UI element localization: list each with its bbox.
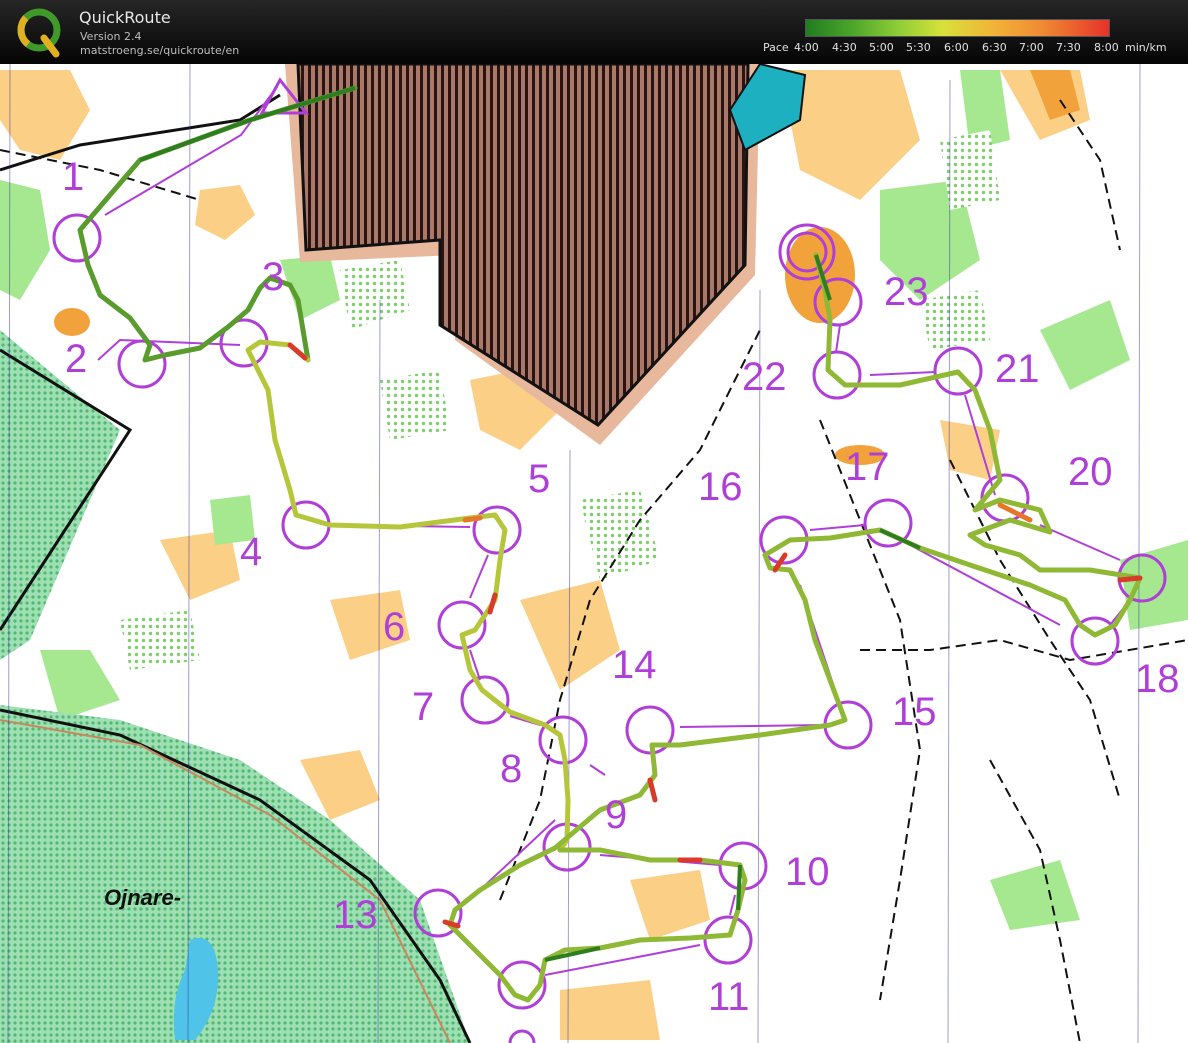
app-url[interactable]: matstroeng.se/quickroute/en [80, 44, 239, 57]
control-number-16: 16 [698, 465, 743, 509]
control-number-2: 2 [65, 337, 87, 381]
map-canvas[interactable]: 1 2 3 4 5 6 7 8 9 10 11 13 14 15 16 17 1… [0, 64, 1188, 1043]
control-number-5: 5 [528, 457, 550, 501]
control-number-3: 3 [262, 255, 284, 299]
pace-tick-2: 5:00 [869, 41, 894, 54]
pace-gradient-bar [805, 19, 1110, 37]
app-title: QuickRoute [79, 8, 171, 27]
control-number-17: 17 [845, 445, 890, 489]
pace-tick-7: 7:30 [1056, 41, 1081, 54]
pace-label: Pace [763, 41, 789, 54]
pace-tick-5: 6:30 [982, 41, 1007, 54]
control-number-10: 10 [785, 850, 830, 894]
pace-tick-4: 6:00 [944, 41, 969, 54]
app-header: QuickRoute Version 2.4 matstroeng.se/qui… [0, 0, 1188, 64]
pace-tick-8: 8:00 [1094, 41, 1119, 54]
quickroute-logo-icon [14, 6, 64, 58]
control-number-13: 13 [333, 893, 378, 937]
control-number-11: 11 [708, 975, 750, 1019]
control-number-20: 20 [1068, 450, 1113, 494]
control-number-8: 8 [500, 747, 522, 791]
pace-tick-1: 4:30 [832, 41, 857, 54]
control-number-1: 1 [62, 155, 84, 199]
pace-scale: Pace 4:00 4:30 5:00 5:30 6:00 6:30 7:00 … [760, 18, 1180, 58]
control-number-6: 6 [383, 605, 405, 649]
control-number-14: 14 [612, 643, 657, 687]
orienteering-map[interactable]: 1 2 3 4 5 6 7 8 9 10 11 13 14 15 16 17 1… [0, 64, 1188, 1043]
control-number-7: 7 [412, 685, 434, 729]
control-number-22: 22 [742, 355, 787, 399]
control-number-21: 21 [995, 347, 1040, 391]
app-version: Version 2.4 [80, 30, 142, 43]
control-number-9: 9 [605, 793, 627, 837]
control-number-18: 18 [1135, 657, 1180, 701]
pace-tick-6: 7:00 [1019, 41, 1044, 54]
pace-tick-3: 5:30 [906, 41, 931, 54]
pace-unit: min/km [1125, 41, 1167, 54]
control-number-23: 23 [884, 270, 929, 314]
control-number-15: 15 [892, 690, 937, 734]
place-name: Ojnare- [104, 885, 181, 910]
pace-tick-0: 4:00 [794, 41, 819, 54]
control-number-4: 4 [240, 530, 262, 574]
